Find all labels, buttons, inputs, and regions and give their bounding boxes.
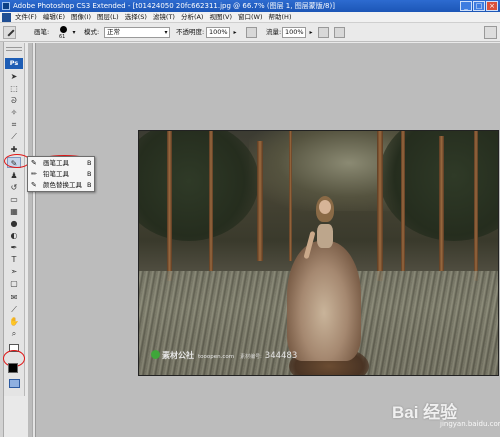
menu-edit[interactable]: 编辑(E): [43, 12, 65, 23]
ps-menu-icon[interactable]: [2, 13, 11, 22]
airbrush-icon[interactable]: [318, 27, 329, 38]
eyedropper-sample-tool-icon[interactable]: ⟋: [7, 304, 21, 315]
opacity-slider-icon[interactable]: ▸: [231, 28, 239, 37]
stock-photo-watermark: 素材公社 tooopen.com 素材编号: 344483: [151, 350, 297, 361]
toolbox-divider: [32, 43, 36, 437]
opacity-label: 不透明度:: [176, 28, 205, 36]
history-brush-tool-icon[interactable]: ↺: [7, 182, 21, 193]
tree-trunk: [377, 131, 383, 281]
airbrush-toggle-icon[interactable]: [246, 27, 257, 38]
palette-well-icon[interactable]: [484, 26, 497, 39]
menu-help[interactable]: 帮助(H): [269, 12, 292, 23]
baidu-jingyan-watermark: Bai 经验 jingyan.baidu.com: [392, 398, 500, 435]
menu-layer[interactable]: 图层(L): [97, 12, 119, 23]
brush-tool-flyout-menu: ✎ 画笔工具 B ✏ 铅笔工具 B ✎ 颜色替换工具 B: [27, 156, 95, 192]
crop-tool-icon[interactable]: ⌗: [7, 119, 21, 130]
brush-picker-dropdown-icon[interactable]: ▾: [70, 28, 78, 37]
tree-trunk: [167, 131, 172, 281]
move-tool-icon[interactable]: ➤: [7, 71, 21, 82]
flow-label: 流量:: [266, 28, 282, 36]
mode-dropdown-icon[interactable]: ▾: [162, 28, 170, 37]
magic-wand-tool-icon[interactable]: ✧: [7, 107, 21, 118]
flyout-item-shortcut: B: [87, 159, 92, 167]
flow-slider-icon[interactable]: ▸: [307, 28, 315, 37]
flyout-item-label: 画笔工具: [43, 159, 69, 167]
menu-analysis[interactable]: 分析(A): [181, 12, 204, 23]
brush-icon: ✎: [31, 159, 37, 167]
notes-tool-icon[interactable]: ✉: [7, 292, 21, 303]
foreground-color-swatch[interactable]: [8, 363, 18, 373]
flyout-item-brush-tool[interactable]: ✎ 画笔工具 B: [28, 158, 94, 169]
tooopen-logo-icon: [151, 350, 160, 359]
woman-bodice: [317, 224, 333, 248]
watermark-brand: 素材公社: [162, 351, 194, 360]
color-replacement-icon: ✎: [31, 181, 37, 189]
eraser-tool-icon[interactable]: ▭: [7, 194, 21, 205]
tree-trunk: [474, 131, 478, 281]
window-title-bar: Adobe Photoshop CS3 Extended - [t0142405…: [0, 0, 500, 12]
woman-dress: [287, 241, 361, 361]
tree-trunk: [257, 141, 263, 261]
dodge-tool-icon[interactable]: ◐: [7, 230, 21, 241]
toolbox-grip[interactable]: [6, 47, 22, 51]
screen-mode-icon[interactable]: [9, 379, 20, 388]
flyout-item-pencil-tool[interactable]: ✏ 铅笔工具 B: [28, 169, 94, 180]
toolbox: Ps ➤ ⬚ ᘐ ✧ ⌗ ⟋ ✚ ✎ ♟ ↺ ▭ ▦ ● ◐ ✒ T ➣ ▢ ✉…: [4, 43, 25, 378]
watermark-site: tooopen.com: [198, 354, 235, 360]
pen-tool-icon[interactable]: ✒: [7, 242, 21, 253]
watermark-number: 344483: [264, 351, 298, 361]
menu-view[interactable]: 视图(V): [209, 12, 232, 23]
brush-preview-icon[interactable]: [60, 26, 67, 33]
document-image[interactable]: 素材公社 tooopen.com 素材编号: 344483: [138, 130, 499, 376]
flyout-item-shortcut: B: [87, 170, 92, 178]
flyout-item-label: 铅笔工具: [43, 170, 69, 178]
menu-file[interactable]: 文件(F): [15, 12, 37, 23]
watermark-label: 素材编号:: [240, 354, 262, 360]
foliage-left: [139, 131, 259, 241]
menu-select[interactable]: 选择(S): [125, 12, 147, 23]
window-title: Adobe Photoshop CS3 Extended - [t0142405…: [13, 2, 335, 10]
shape-tool-icon[interactable]: ▢: [7, 278, 21, 289]
mode-select[interactable]: 正常: [104, 27, 170, 38]
close-button[interactable]: ×: [486, 1, 498, 11]
flyout-item-shortcut: B: [87, 181, 92, 189]
tree-trunk: [439, 136, 444, 271]
tool-options-bar: 画笔: 61 ▾ 模式: 正常 ▾ 不透明度: 100% ▸ 流量: 100% …: [0, 23, 500, 42]
tablet-pressure-icon[interactable]: [334, 27, 345, 38]
baidu-url: jingyan.baidu.com: [440, 420, 500, 428]
flyout-item-color-replacement-tool[interactable]: ✎ 颜色替换工具 B: [28, 180, 94, 191]
eyedropper-tool-icon[interactable]: ⟋: [7, 131, 21, 142]
flow-input[interactable]: 100%: [282, 27, 306, 38]
tree-trunk: [401, 131, 405, 271]
menu-filter[interactable]: 滤镜(T): [153, 12, 175, 23]
menu-window[interactable]: 窗口(W): [238, 12, 263, 23]
type-tool-icon[interactable]: T: [7, 254, 21, 265]
blur-tool-icon[interactable]: ●: [7, 218, 21, 229]
window-controls: _ □ ×: [460, 1, 498, 11]
brush-size-value: 61: [59, 34, 66, 40]
path-selection-tool-icon[interactable]: ➣: [7, 266, 21, 277]
tree-trunk: [289, 131, 292, 261]
mode-label: 模式:: [84, 28, 100, 36]
clone-stamp-tool-icon[interactable]: ♟: [7, 170, 21, 181]
lasso-tool-icon[interactable]: ᘐ: [7, 95, 21, 106]
woman-head: [319, 200, 331, 214]
brush-tool-preset-icon[interactable]: [3, 26, 16, 39]
tree-trunk: [209, 131, 213, 271]
menu-bar: 文件(F) 编辑(E) 图像(I) 图层(L) 选择(S) 滤镜(T) 分析(A…: [0, 12, 500, 23]
maximize-button[interactable]: □: [473, 1, 485, 11]
opacity-input[interactable]: 100%: [206, 27, 230, 38]
marquee-tool-icon[interactable]: ⬚: [7, 83, 21, 94]
brush-label: 画笔:: [34, 28, 50, 36]
minimize-button[interactable]: _: [460, 1, 472, 11]
photoshop-app-icon: [2, 2, 10, 10]
flyout-item-label: 颜色替换工具: [43, 181, 82, 189]
menu-image[interactable]: 图像(I): [71, 12, 91, 23]
hand-tool-icon[interactable]: ✋: [7, 316, 21, 327]
pencil-icon: ✏: [31, 170, 37, 178]
gradient-tool-icon[interactable]: ▦: [7, 206, 21, 217]
ps-badge[interactable]: Ps: [5, 58, 23, 69]
